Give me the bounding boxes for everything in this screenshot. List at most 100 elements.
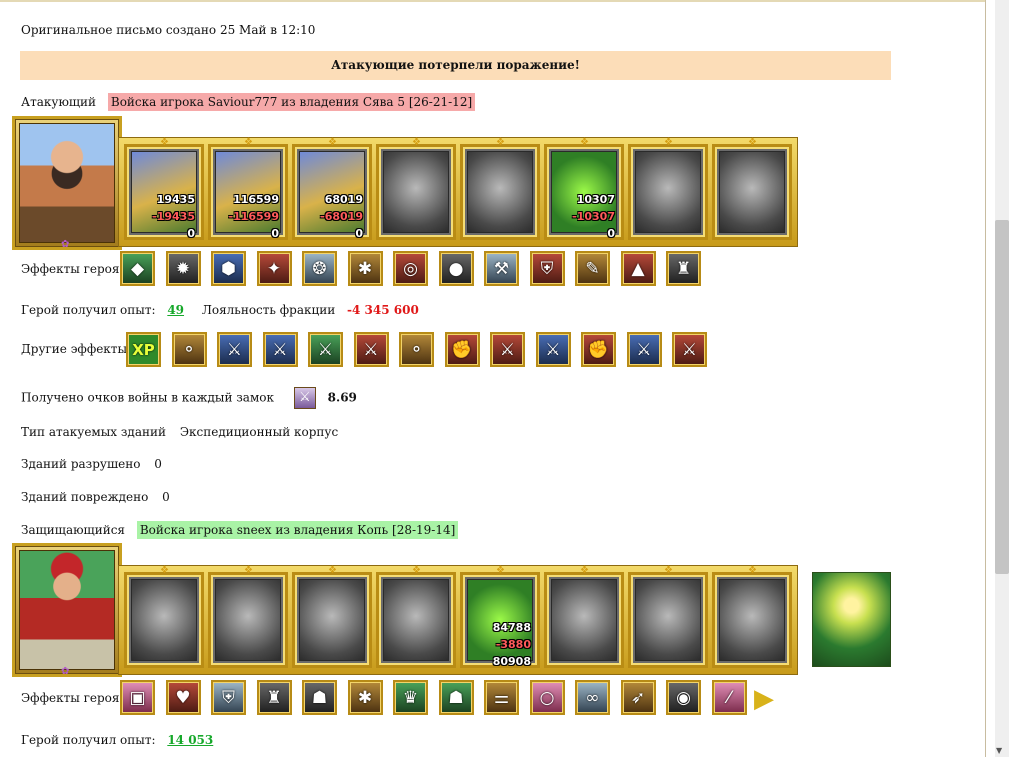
war-points-row: Получено очков войны в каждый замок ⚔ 8.… [21,387,357,409]
mask-icon[interactable]: ☗ [302,680,337,715]
unit-image [383,579,449,661]
unit-count: 84788 [492,621,531,634]
army-slot[interactable]: ❖ [712,138,792,240]
pink-boot-icon[interactable]: ✦ [256,251,292,286]
defender-hero-portrait[interactable]: ✿ [12,543,122,677]
defender-player-link[interactable]: Войска игрока sneex из владения Копь [28… [136,521,459,539]
army-slot[interactable]: ❖ 10307 -10307 0 [544,138,624,240]
loyalty-label: Лояльность фракции [201,303,336,317]
army-slot[interactable]: ❖ [124,566,204,668]
bracelet-icon[interactable]: ◎ [393,251,428,286]
slot-ornament-icon: ❖ [328,137,337,148]
army-slot[interactable]: ❖ 116599 -116599 0 [208,138,288,240]
army-slot[interactable]: ❖ [628,138,708,240]
vertical-scrollbar[interactable]: ▼ [991,0,1021,757]
unit-remaining: 80908 [492,655,531,668]
army-slot[interactable]: ❖ 68019 -68019 0 [292,138,372,240]
unit-remaining: 0 [271,227,279,240]
army-slot[interactable]: ❖ [712,566,792,668]
cloak-icon[interactable]: ▲ [620,251,656,286]
damaged-label: Зданий повреждено [21,490,149,504]
green-helmet-icon[interactable]: ☗ [438,680,474,715]
slot-ornament-icon: ❖ [160,137,169,148]
army-slot[interactable]: ❖ 19435 -19435 0 [124,138,204,240]
attacker-hero-portrait[interactable]: ✿ [12,116,122,250]
coins-icon[interactable]: ⚬ [399,332,434,367]
sword-icon[interactable]: ⚔ [262,332,298,367]
shield-icon[interactable]: ⛨ [211,680,246,715]
hero-avatar [19,550,115,670]
army-slot[interactable]: ❖ [628,566,708,668]
dark-amulet-icon[interactable]: ✹ [165,251,201,286]
unit-image [215,579,281,661]
attacker-label: Атакующий [21,95,97,109]
axe-icon[interactable]: ⚒ [484,251,519,286]
hero-crest-icon: ✿ [61,239,70,250]
building-type-value: Экспедиционный корпус [179,425,339,439]
orb-icon[interactable]: ◉ [666,680,701,715]
heart-icon[interactable]: ♥ [165,680,201,715]
boots-icon[interactable]: ⚌ [484,680,519,715]
scroll-down-arrow-icon[interactable]: ▼ [996,747,1002,755]
army-slot[interactable]: ❖ [544,566,624,668]
unit-image [383,151,449,233]
army-slot[interactable]: ❖ [208,566,288,668]
xp-bonus-icon[interactable]: XP [126,332,161,367]
necklace-icon[interactable]: ∞ [575,680,610,715]
army-slot[interactable]: ❖ [460,138,540,240]
green-crown-icon[interactable]: ♛ [393,680,428,715]
defender-label: Защищающийся [21,523,125,537]
damaged-row: Зданий повреждено 0 [21,490,170,504]
unit-image [635,151,701,233]
unit-count: 116599 [233,193,279,206]
bow-icon[interactable]: ➶ [620,680,656,715]
red-fist-sword-icon[interactable]: ⚔ [353,332,389,367]
army-slot[interactable]: ❖ [376,138,456,240]
unit-losses: -10307 [572,210,615,223]
building-type-row: Тип атакуемых зданий Экспедиционный корп… [21,425,338,439]
unit-image [131,579,197,661]
silver-pendant-icon[interactable]: ❂ [302,251,337,286]
green-sword-icon[interactable]: ⚔ [308,332,343,367]
attacker-player-link[interactable]: Войска игрока Saviour777 из владения Сяв… [107,93,476,111]
sword-icon[interactable]: ⚔ [217,332,252,367]
defender-building-image[interactable] [812,572,891,667]
unit-remaining: 0 [187,227,195,240]
army-slot[interactable]: ❖ [292,566,372,668]
ring-icon[interactable]: ○ [529,680,565,715]
armor-icon[interactable]: ♜ [256,680,292,715]
spider-amulet-icon[interactable]: ✱ [347,680,383,715]
sword-icon[interactable]: ⚔ [535,332,571,367]
unit-remaining: 0 [607,227,615,240]
sword-icon[interactable]: ⚔ [626,332,662,367]
armor-icon[interactable]: ♜ [666,251,701,286]
xp-value-link[interactable]: 14 053 [167,733,213,747]
attacker-hero-effects: ◆ ✹ ⬢ ✦ ❂ ✱ ◎ ● ⚒ ⛨ ✎ ▲ ♜ [120,251,712,286]
diamond-ring-icon[interactable]: ◆ [120,251,155,286]
spider-amulet-icon[interactable]: ✱ [347,251,383,286]
red-fist-sword-icon[interactable]: ⚔ [672,332,707,367]
slot-ornament-icon: ❖ [748,565,757,576]
coins-icon[interactable]: ⚬ [171,332,207,367]
xp-label: Герой получил опыт: [21,303,156,317]
scroll-icon[interactable]: ✎ [575,251,610,286]
attacker-other-effects: XP ⚬ ⚔ ⚔ ⚔ ⚔ ⚬ ✊ ⚔ ⚔ ✊ ⚔ ⚔ [126,332,718,367]
next-effects-arrow-icon[interactable]: ▶ [754,681,774,717]
defender-hero-effects: ▣ ♥ ⛨ ♜ ☗ ✱ ♛ ☗ ⚌ ○ ∞ ➶ ◉ ⁄ [120,680,757,715]
blue-gem-icon[interactable]: ⬢ [211,251,246,286]
pink-chest-icon[interactable]: ▣ [120,680,155,715]
cauldron-icon[interactable]: ● [438,251,474,286]
war-points-icon: ⚔ [293,387,316,409]
army-slot[interactable]: ❖ 84788 -3880 80908 [460,566,540,668]
wand-icon[interactable]: ⁄ [711,680,747,715]
fist-icon[interactable]: ✊ [581,332,616,367]
xp-label: Герой получил опыт: [21,733,156,747]
shield-icon[interactable]: ⛨ [529,251,565,286]
fist-icon[interactable]: ✊ [444,332,480,367]
xp-value-link[interactable]: 49 [167,303,184,317]
defender-xp-row: Герой получил опыт: 14 053 [21,733,213,747]
scroll-thumb[interactable] [995,220,1009,574]
army-slot[interactable]: ❖ [376,566,456,668]
red-fist-sword-icon[interactable]: ⚔ [490,332,525,367]
unit-image [719,151,785,233]
